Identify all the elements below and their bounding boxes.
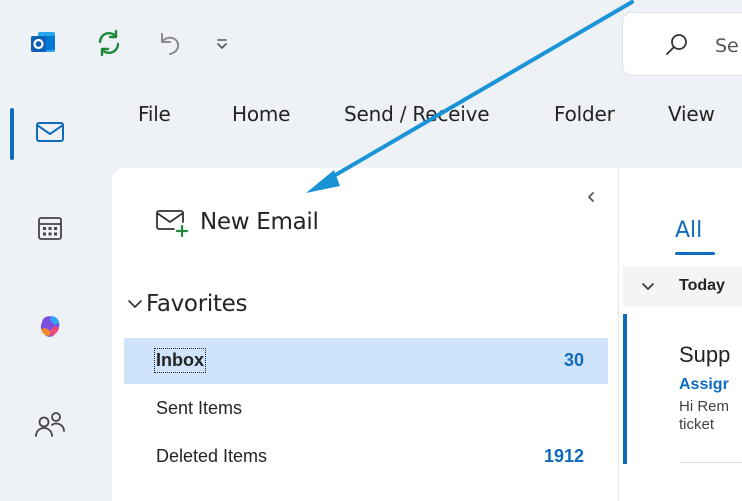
message-list: All Today Supp Assigr Hi Rem ticket	[618, 168, 742, 501]
folder-item-deleted-items[interactable]: Deleted Items 1912	[124, 434, 608, 480]
favorites-header[interactable]: Favorites	[126, 286, 248, 322]
unread-count: 1912	[543, 446, 584, 466]
customize-quick-access-chevron-down-icon[interactable]	[212, 33, 232, 53]
new-mail-icon	[154, 207, 190, 238]
search-icon	[663, 31, 691, 59]
divider	[679, 462, 742, 463]
copilot-icon	[36, 312, 64, 345]
search-input-text[interactable]: Se	[715, 35, 739, 57]
tab-folder[interactable]: Folder	[554, 102, 615, 126]
collapse-pane-chevron-left-icon[interactable]	[584, 190, 598, 204]
message-subject: Assigr	[679, 376, 729, 393]
group-label: Today	[679, 277, 725, 294]
message-item[interactable]: Supp Assigr Hi Rem ticket	[623, 314, 742, 464]
rail-item-calendar[interactable]	[0, 198, 100, 262]
folder-name: Deleted Items	[156, 446, 268, 466]
message-sender: Supp	[679, 342, 731, 367]
filter-active-underline	[675, 252, 715, 255]
folder-name: Inbox	[154, 348, 206, 373]
search-box[interactable]: Se	[622, 12, 742, 76]
folder-pane: New Email Favorites Inbox 30 Sent Items …	[112, 168, 618, 501]
new-email-button[interactable]: New Email	[154, 204, 319, 240]
outlook-logo-icon	[30, 30, 56, 56]
message-preview: Hi Rem	[679, 398, 730, 415]
message-preview: ticket	[679, 416, 715, 433]
new-email-label: New Email	[200, 209, 319, 235]
app-rail	[0, 88, 100, 501]
undo-icon[interactable]	[154, 28, 184, 58]
calendar-icon	[36, 214, 64, 247]
rail-item-mail[interactable]	[0, 102, 100, 166]
sync-icon[interactable]	[94, 28, 124, 58]
people-icon	[34, 410, 66, 443]
filter-tab-all[interactable]: All	[675, 218, 702, 243]
unread-count: 30	[563, 350, 584, 370]
tab-home[interactable]: Home	[232, 102, 290, 126]
mail-icon	[35, 120, 65, 149]
unread-indicator	[623, 314, 627, 464]
chevron-down-icon	[641, 280, 655, 292]
chevron-down-icon	[126, 297, 144, 311]
rail-item-copilot[interactable]	[0, 296, 100, 360]
tab-file[interactable]: File	[138, 102, 171, 126]
rail-item-people[interactable]	[0, 394, 100, 458]
folder-item-inbox[interactable]: Inbox 30	[124, 338, 608, 384]
favorites-label: Favorites	[146, 291, 248, 317]
group-header-today[interactable]: Today	[623, 266, 742, 306]
tab-send-receive[interactable]: Send / Receive	[344, 102, 490, 126]
folder-name: Sent Items	[156, 398, 243, 418]
title-bar: Se	[0, 0, 742, 88]
tab-view[interactable]: View	[668, 102, 715, 126]
folder-item-sent-items[interactable]: Sent Items	[124, 386, 608, 432]
